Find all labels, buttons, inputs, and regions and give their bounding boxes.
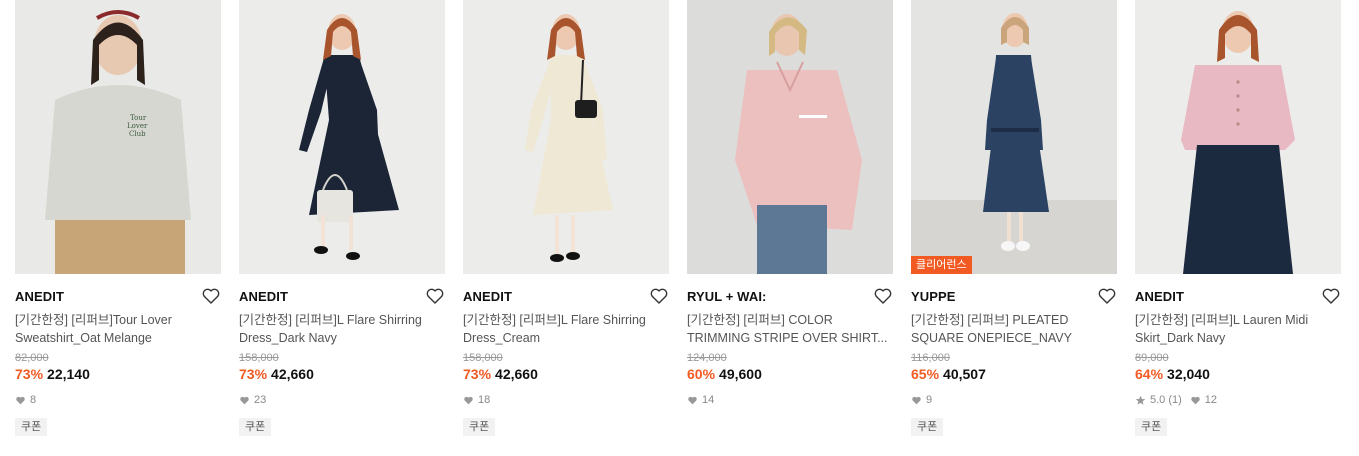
- product-card[interactable]: ANEDIT [기간한정] [리퍼브]L Lauren Midi Skirt_D…: [1135, 0, 1341, 436]
- price-row: 60% 49,600: [687, 365, 893, 383]
- product-image[interactable]: Tour Lover Club: [15, 0, 221, 274]
- sale-price: 40,507: [943, 366, 986, 382]
- original-price: 124,000: [687, 352, 727, 364]
- product-card[interactable]: Tour Lover Club ANEDIT [기간한정] [리퍼브]Tour …: [15, 0, 221, 436]
- product-brand[interactable]: ANEDIT: [1135, 289, 1184, 304]
- wishlist-heart-icon[interactable]: [425, 286, 445, 306]
- like-count: 14: [702, 394, 715, 406]
- price-row: 73% 22,140: [15, 365, 221, 383]
- rating: 5.0 (1): [1150, 394, 1182, 406]
- product-image[interactable]: [463, 0, 669, 274]
- product-name[interactable]: [기간한정] [리퍼브]L Flare Shirring Dress_Dark …: [239, 311, 445, 347]
- product-image[interactable]: [1135, 0, 1341, 274]
- original-price: 158,000: [463, 352, 503, 364]
- price-row: 65% 40,507: [911, 365, 1117, 383]
- price-row: 64% 32,040: [1135, 365, 1341, 383]
- product-name[interactable]: [기간한정] [리퍼브]Tour Lover Sweatshirt_Oat Me…: [15, 311, 221, 347]
- product-card[interactable]: ANEDIT [기간한정] [리퍼브]L Flare Shirring Dres…: [239, 0, 445, 436]
- product-brand[interactable]: ANEDIT: [239, 289, 288, 304]
- discount-rate: 73%: [15, 366, 44, 382]
- coupon-badge[interactable]: 쿠폰: [911, 418, 944, 436]
- product-meta: 18: [463, 393, 669, 407]
- sale-price: 42,660: [271, 366, 314, 382]
- product-grid: Tour Lover Club ANEDIT [기간한정] [리퍼브]Tour …: [0, 0, 1359, 456]
- product-name[interactable]: [기간한정] [리퍼브]L Flare Shirring Dress_Cream: [463, 311, 669, 347]
- product-name[interactable]: [기간한정] [리퍼브] COLOR TRIMMING STRIPE OVER …: [687, 311, 893, 347]
- sale-price: 49,600: [719, 366, 762, 382]
- heart-filled-icon: [1191, 396, 1200, 404]
- coupon-badge[interactable]: 쿠폰: [15, 418, 48, 436]
- wishlist-heart-icon[interactable]: [1321, 286, 1341, 306]
- original-price: 89,000: [1135, 352, 1169, 364]
- discount-rate: 60%: [687, 366, 716, 382]
- like-count: 8: [30, 394, 37, 406]
- wishlist-heart-icon[interactable]: [201, 286, 221, 306]
- product-brand[interactable]: YUPPE: [911, 289, 956, 304]
- original-price: 116,000: [911, 352, 950, 364]
- coupon-badge[interactable]: 쿠폰: [239, 418, 272, 436]
- heart-filled-icon: [688, 396, 697, 404]
- product-brand[interactable]: RYUL + WAI:: [687, 289, 766, 304]
- product-brand[interactable]: ANEDIT: [463, 289, 512, 304]
- product-card[interactable]: 클리어런스 YUPPE [기간한정] [리퍼브] PLEATED SQUARE …: [911, 0, 1117, 436]
- price-row: 73% 42,660: [463, 365, 669, 383]
- like-count: 23: [254, 394, 267, 406]
- like-count: 9: [926, 394, 933, 406]
- svg-text:Lover: Lover: [127, 122, 148, 130]
- original-price: 158,000: [239, 352, 279, 364]
- product-meta: 23: [239, 393, 445, 407]
- star-icon: [1135, 395, 1146, 405]
- svg-text:Club: Club: [129, 130, 146, 138]
- wishlist-heart-icon[interactable]: [649, 286, 669, 306]
- discount-rate: 73%: [239, 366, 268, 382]
- sale-price: 22,140: [47, 366, 90, 382]
- wishlist-heart-icon[interactable]: [1097, 286, 1117, 306]
- product-image[interactable]: [687, 0, 893, 274]
- price-row: 73% 42,660: [239, 365, 445, 383]
- like-count: 12: [1204, 394, 1218, 406]
- product-meta: 9: [911, 393, 1117, 407]
- product-meta: 14: [687, 393, 893, 407]
- product-image[interactable]: [239, 0, 445, 274]
- sale-price: 32,040: [1167, 366, 1210, 382]
- clearance-badge: 클리어런스: [911, 256, 972, 274]
- product-image[interactable]: 클리어런스: [911, 0, 1117, 274]
- original-price: 82,000: [15, 352, 49, 364]
- product-name[interactable]: [기간한정] [리퍼브]L Lauren Midi Skirt_Dark Nav…: [1135, 311, 1341, 347]
- product-card[interactable]: RYUL + WAI: [기간한정] [리퍼브] COLOR TRIMMING …: [687, 0, 893, 407]
- discount-rate: 64%: [1135, 366, 1164, 382]
- product-meta: 5.0 (1) 12: [1135, 393, 1341, 407]
- sale-price: 42,660: [495, 366, 538, 382]
- coupon-badge[interactable]: 쿠폰: [1135, 418, 1168, 436]
- discount-rate: 73%: [463, 366, 492, 382]
- like-count: 18: [478, 394, 491, 406]
- heart-filled-icon: [464, 396, 473, 404]
- heart-filled-icon: [912, 396, 921, 404]
- heart-filled-icon: [16, 396, 25, 404]
- product-name[interactable]: [기간한정] [리퍼브] PLEATED SQUARE ONEPIECE_NAV…: [911, 311, 1117, 347]
- product-meta: 8: [15, 393, 221, 407]
- wishlist-heart-icon[interactable]: [873, 286, 893, 306]
- svg-text:Tour: Tour: [130, 114, 147, 122]
- product-card[interactable]: ANEDIT [기간한정] [리퍼브]L Flare Shirring Dres…: [463, 0, 669, 436]
- coupon-badge[interactable]: 쿠폰: [463, 418, 496, 436]
- heart-filled-icon: [240, 396, 249, 404]
- product-brand[interactable]: ANEDIT: [15, 289, 64, 304]
- discount-rate: 65%: [911, 366, 940, 382]
